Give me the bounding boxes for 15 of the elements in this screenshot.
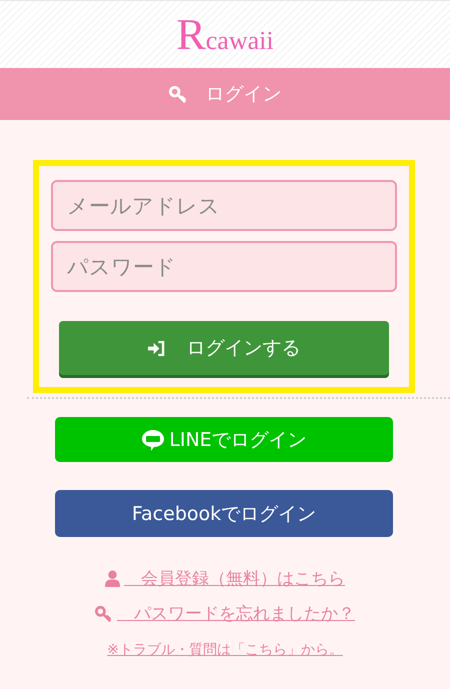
key-icon [168,84,188,104]
facebook-login-button[interactable]: Facebookでログイン [55,490,393,537]
line-login-button[interactable]: LINEでログイン [55,417,393,462]
page-title: ログイン [206,82,282,107]
text-link[interactable]: パスワードを忘れましたか？ [117,602,355,625]
sign-in-icon [148,340,164,356]
login-button[interactable]: ログインする [59,321,389,375]
text-link[interactable]: 会員登録（無料）はこちら [124,567,345,590]
text-link[interactable]: ※トラブル・質問は「こちら」から。 [107,641,343,659]
password-field[interactable]: パスワード [51,241,397,292]
key-icon [95,604,113,622]
logo[interactable]: Rcawaii [176,9,274,60]
email-field[interactable]: メールアドレス [51,180,397,231]
person-icon [105,570,120,587]
chat-bubble-icon [141,428,166,452]
